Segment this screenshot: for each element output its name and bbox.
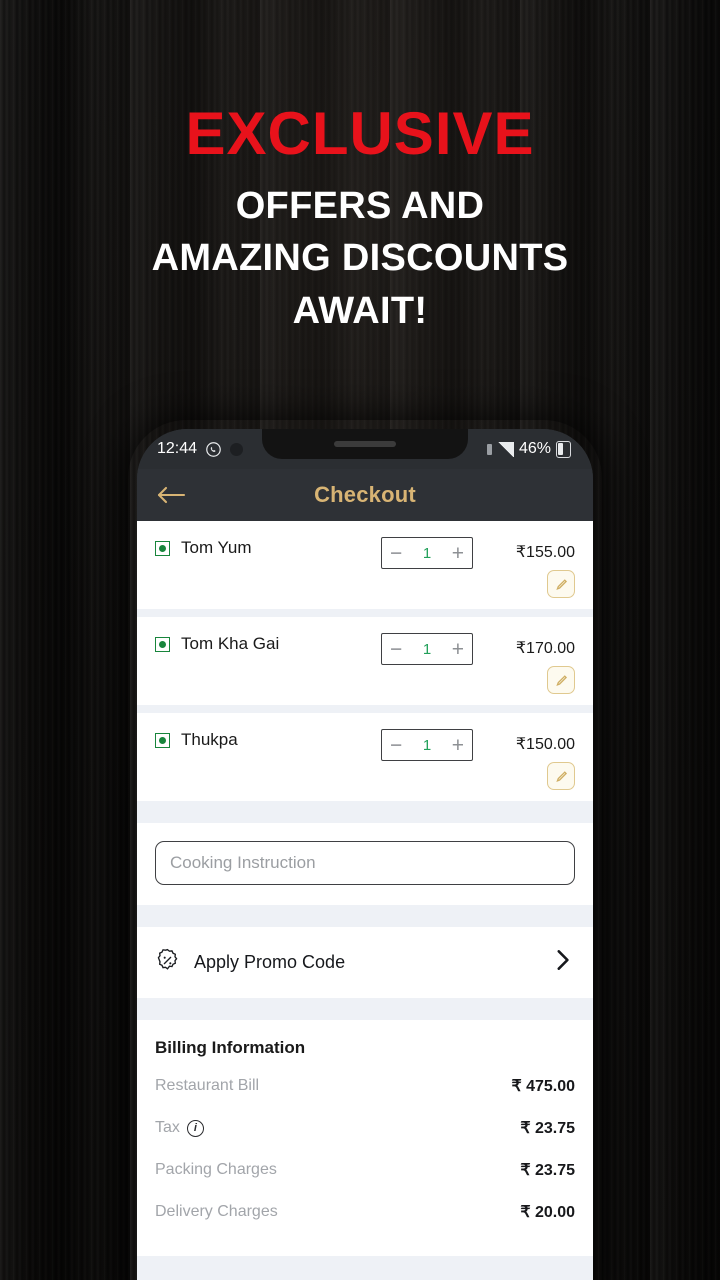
edit-item-button[interactable] <box>547 762 575 790</box>
phone-mockup: 12:44 46% Checkout Tom Yum − 1 + ₹155.00… <box>128 420 602 1280</box>
billing-row-label: Restaurant Bill <box>155 1077 260 1094</box>
cart-item-card[interactable]: Thukpa − 1 + ₹150.00 <box>137 713 593 801</box>
cooking-instruction-input[interactable] <box>155 841 575 885</box>
price-column: ₹155.00 <box>479 537 575 598</box>
billing-row-value: ₹ 20.00 <box>520 1204 575 1221</box>
whatsapp-icon <box>205 441 222 458</box>
apply-promo-code-row[interactable]: Apply Promo Code <box>137 927 593 998</box>
cart-item-row: Thukpa − 1 + ₹150.00 <box>137 713 593 801</box>
battery-icon <box>556 440 571 458</box>
phone-screen: 12:44 46% Checkout Tom Yum − 1 + ₹155.00… <box>137 429 593 1280</box>
quantity-stepper[interactable]: − 1 + <box>381 729 473 761</box>
cart-item-name: Thukpa <box>181 730 238 749</box>
spacer <box>137 998 593 1020</box>
billing-row: Delivery Charges ₹ 20.00 <box>155 1202 575 1222</box>
apply-promo-code-label: Apply Promo Code <box>194 952 346 972</box>
status-time: 12:44 <box>157 440 198 457</box>
billing-information-card: Billing Information Restaurant Bill ₹ 47… <box>137 1020 593 1256</box>
app-header: Checkout <box>137 469 593 521</box>
quantity-value: 1 <box>422 736 432 754</box>
headline-line-2: OFFERS AND <box>235 185 485 227</box>
quantity-stepper[interactable]: − 1 + <box>381 633 473 665</box>
billing-row-value: ₹ 23.75 <box>520 1120 575 1137</box>
billing-row-label: Delivery Charges <box>155 1203 278 1220</box>
cart-item-card[interactable]: Tom Yum − 1 + ₹155.00 <box>137 521 593 609</box>
checkout-content[interactable]: Tom Yum − 1 + ₹155.00 Tom Kha Gai − 1 + … <box>137 521 593 1280</box>
headline-exclusive: EXCLUSIVE <box>185 100 535 167</box>
increment-button[interactable]: + <box>452 735 464 756</box>
page-title: Checkout <box>314 482 416 507</box>
spacer <box>137 705 593 713</box>
edit-item-button[interactable] <box>547 570 575 598</box>
quantity-value: 1 <box>422 544 432 562</box>
phone-notch <box>262 429 468 459</box>
billing-information-title: Billing Information <box>155 1038 306 1057</box>
cart-item-name: Tom Kha Gai <box>181 634 280 653</box>
spacer <box>137 609 593 617</box>
price-column: ₹170.00 <box>479 633 575 694</box>
veg-icon <box>155 733 170 748</box>
headline-line-3: AMAZING DISCOUNTS <box>151 237 569 280</box>
increment-button[interactable]: + <box>452 543 464 564</box>
cart-item-name: Tom Yum <box>181 538 252 557</box>
cart-item-price: ₹150.00 <box>515 736 575 753</box>
decrement-button[interactable]: − <box>390 543 402 564</box>
cart-item-price: ₹170.00 <box>515 640 575 657</box>
cart-item-price: ₹155.00 <box>515 544 575 561</box>
back-arrow-icon[interactable] <box>156 484 186 506</box>
billing-row-value: ₹ 475.00 <box>511 1078 575 1095</box>
cart-item-row: Tom Kha Gai − 1 + ₹170.00 <box>137 617 593 705</box>
billing-row-value: ₹ 23.75 <box>520 1162 575 1179</box>
price-column: ₹150.00 <box>479 729 575 790</box>
earpiece-speaker <box>334 441 396 447</box>
status-bar-left: 12:44 <box>157 440 244 458</box>
decrement-button[interactable]: − <box>390 735 402 756</box>
notification-dot-icon <box>230 442 244 456</box>
quantity-value: 1 <box>422 640 432 658</box>
edit-item-button[interactable] <box>547 666 575 694</box>
headline-line-4: AWAIT! <box>292 289 428 332</box>
billing-row: Packing Charges ₹ 23.75 <box>155 1160 575 1180</box>
increment-button[interactable]: + <box>452 639 464 660</box>
billing-row-label: Tax <box>155 1119 180 1136</box>
decrement-button[interactable]: − <box>390 639 402 660</box>
veg-icon <box>155 541 170 556</box>
cooking-instruction-card <box>137 823 593 905</box>
spacer <box>137 801 593 823</box>
promo-headline: EXCLUSIVE OFFERS AND AMAZING DISCOUNTS A… <box>0 104 720 337</box>
percent-badge-icon <box>155 948 180 978</box>
billing-row-label-wrap: Tax i <box>155 1119 204 1137</box>
tax-info-icon[interactable]: i <box>186 1119 204 1137</box>
cart-item-row: Tom Yum − 1 + ₹155.00 <box>137 521 593 609</box>
apply-promo-code-card[interactable]: Apply Promo Code <box>137 927 593 998</box>
veg-icon <box>155 637 170 652</box>
cart-item-card[interactable]: Tom Kha Gai − 1 + ₹170.00 <box>137 617 593 705</box>
billing-row: Tax i ₹ 23.75 <box>155 1118 575 1138</box>
signal-bar-small-icon <box>486 443 492 455</box>
signal-bars-icon <box>496 441 514 457</box>
chevron-right-icon[interactable] <box>549 947 575 978</box>
spacer <box>137 905 593 927</box>
status-bar-right: 46% <box>486 440 571 458</box>
quantity-stepper[interactable]: − 1 + <box>381 537 473 569</box>
battery-percent: 46% <box>518 440 551 457</box>
billing-row-label: Packing Charges <box>155 1161 277 1178</box>
billing-row: Restaurant Bill ₹ 475.00 <box>155 1076 575 1096</box>
